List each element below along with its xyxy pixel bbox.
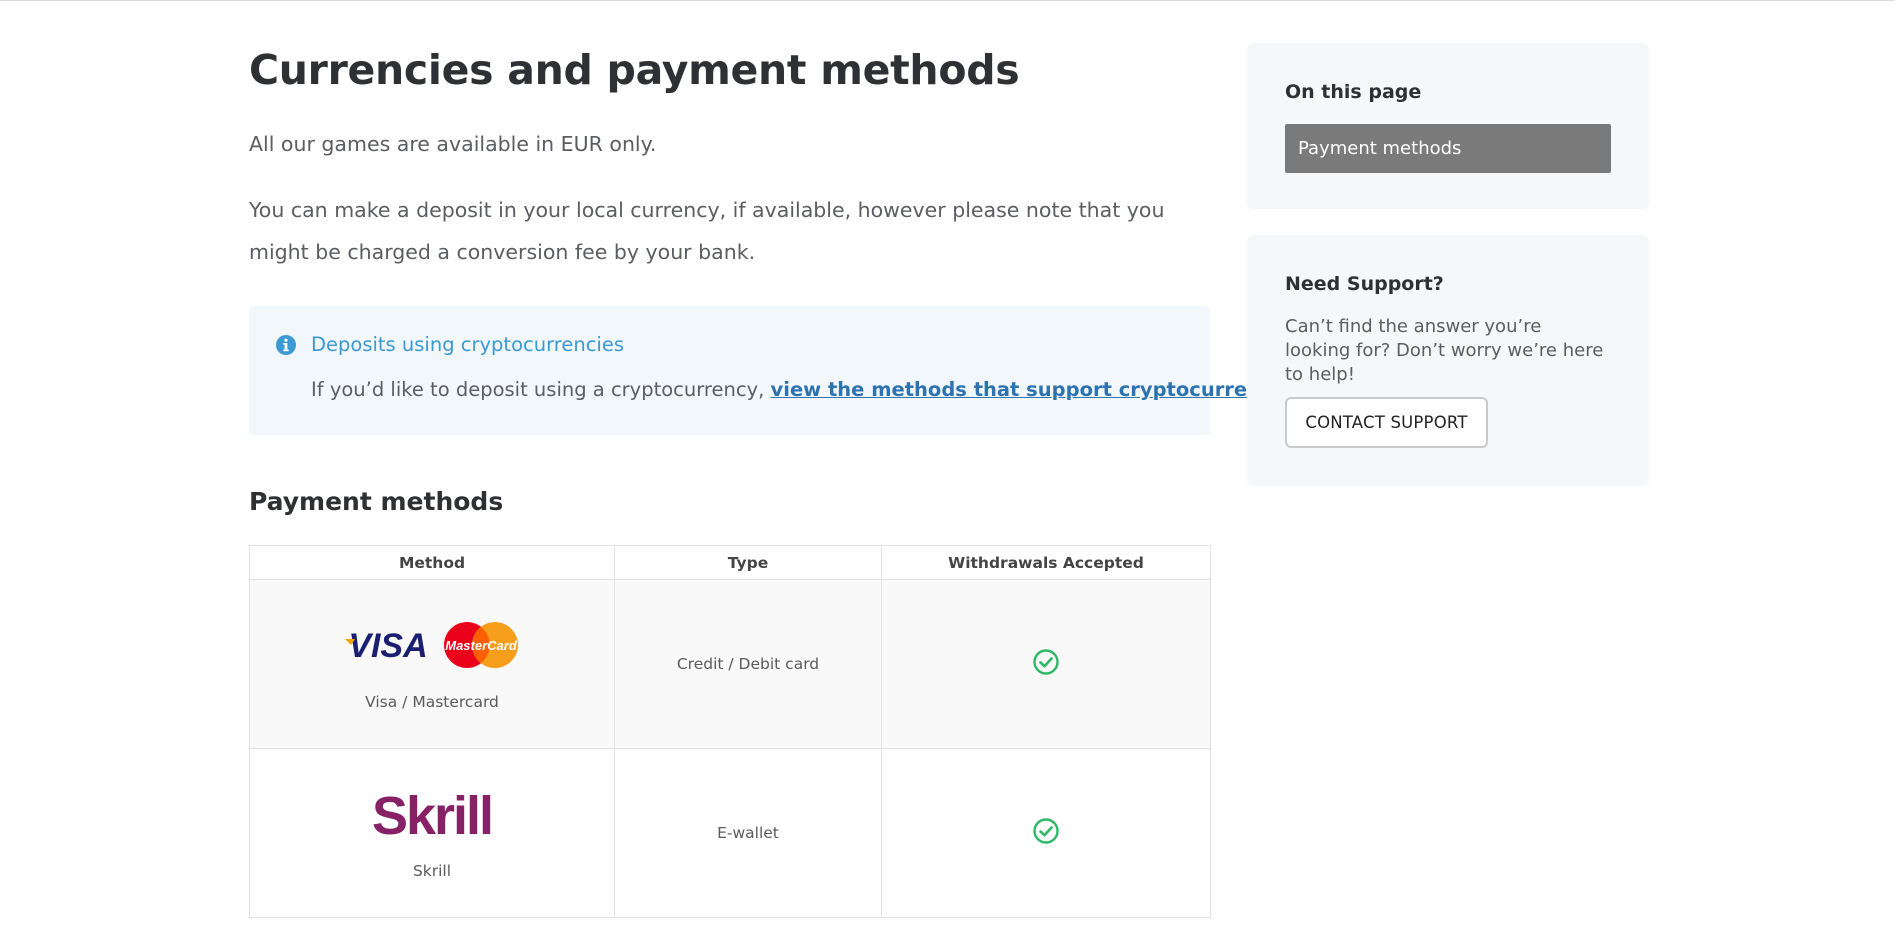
svg-text:MasterCard: MasterCard	[445, 638, 518, 653]
page-title: Currencies and payment methods	[249, 46, 1020, 94]
column-header-type: Type	[614, 545, 882, 580]
withdrawals-cell	[881, 748, 1211, 918]
info-icon	[276, 335, 296, 355]
table-row: Skrill Skrill E-wallet	[249, 748, 1211, 918]
top-divider	[0, 0, 1895, 1]
visa-mastercard-logos: VISA MasterCard	[250, 617, 614, 673]
check-circle-icon	[1033, 818, 1059, 844]
support-title: Need Support?	[1285, 273, 1444, 295]
payment-methods-heading: Payment methods	[249, 487, 504, 516]
method-name: Visa / Mastercard	[365, 693, 499, 711]
table-header-row: Method Type Withdrawals Accepted	[249, 545, 1211, 580]
type-cell: Credit / Debit card	[614, 579, 882, 749]
toc-item-payment-methods[interactable]: Payment methods	[1285, 124, 1611, 173]
svg-text:Skrill: Skrill	[372, 786, 492, 842]
check-circle-icon	[1033, 649, 1059, 675]
crypto-notice: Deposits using cryptocurrencies If you’d…	[249, 306, 1304, 435]
table-row: VISA MasterCard Visa / Mastercard Credit…	[249, 579, 1211, 749]
payment-methods-table: Method Type Withdrawals Accepted VISA Ma…	[249, 545, 1211, 918]
support-card: Need Support? Can’t find the answer you’…	[1247, 235, 1649, 486]
column-header-method: Method	[249, 545, 615, 580]
on-this-page-card: On this page Payment methods	[1247, 43, 1649, 209]
toc-title: On this page	[1285, 81, 1422, 103]
method-name: Skrill	[412, 862, 452, 880]
mastercard-logo: MasterCard	[444, 622, 518, 668]
intro-text: All our games are available in EUR only.	[249, 132, 657, 156]
contact-support-button[interactable]: CONTACT SUPPORT	[1285, 397, 1488, 448]
deposit-note: You can make a deposit in your local cur…	[249, 198, 1165, 264]
svg-text:VISA: VISA	[348, 627, 427, 665]
withdrawals-cell	[881, 579, 1211, 749]
method-cell: Skrill Skrill	[249, 748, 615, 918]
skrill-logo: Skrill	[372, 786, 494, 842]
skrill-logo-wrap: Skrill	[250, 786, 614, 842]
column-header-withdrawals: Withdrawals Accepted	[881, 545, 1211, 580]
crypto-methods-link[interactable]: view the methods that support cryptocurr…	[771, 378, 1305, 401]
notice-body: If you’d like to deposit using a cryptoc…	[311, 378, 1304, 401]
method-cell: VISA MasterCard Visa / Mastercard	[249, 579, 615, 749]
main-content: Currencies and payment methods All our g…	[249, 40, 1304, 918]
visa-logo: VISA	[345, 627, 428, 665]
type-cell: E-wallet	[614, 748, 882, 918]
notice-title: Deposits using cryptocurrencies	[311, 333, 624, 356]
notice-body-prefix: If you’d like to deposit using a cryptoc…	[311, 378, 771, 401]
support-text: Can’t find the answer you’re looking for…	[1285, 316, 1604, 385]
